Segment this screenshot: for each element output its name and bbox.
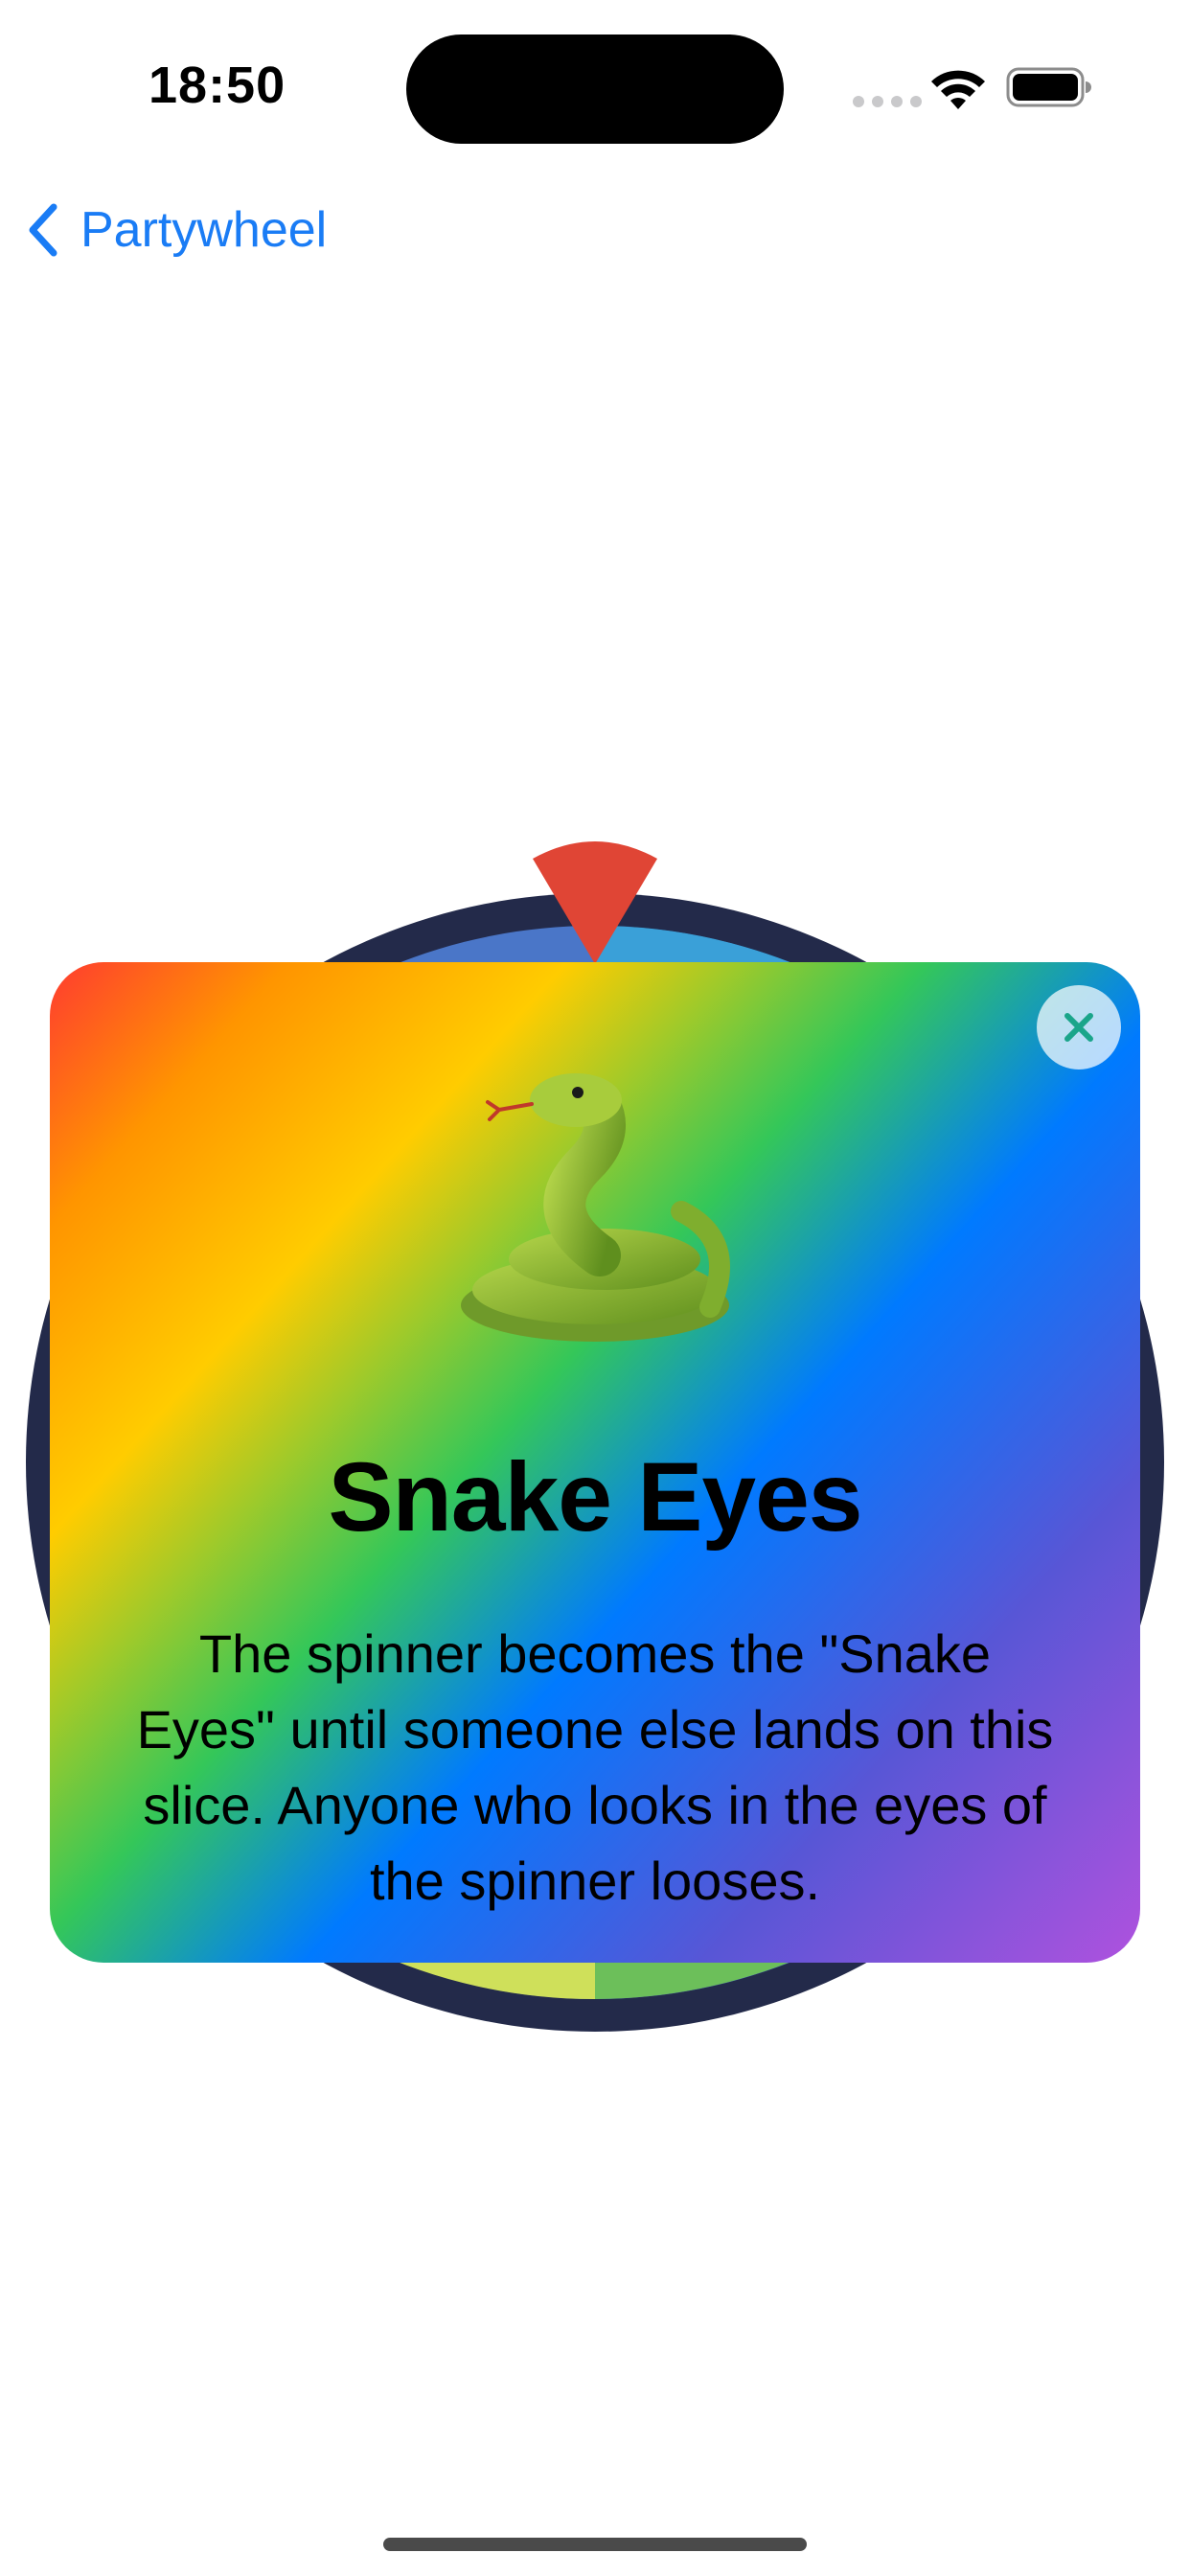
result-card: Snake Eyes The spinner becomes the "Snak…	[50, 962, 1140, 1963]
emoji-container	[50, 1068, 1140, 1355]
close-button[interactable]	[1037, 985, 1121, 1070]
card-description: The spinner becomes the "Snake Eyes" unt…	[136, 1623, 1054, 1911]
card-title: Snake Eyes	[328, 1442, 862, 1552]
home-indicator[interactable]	[383, 2538, 807, 2551]
snake-icon	[461, 1073, 730, 1342]
close-icon	[1064, 1013, 1093, 1042]
